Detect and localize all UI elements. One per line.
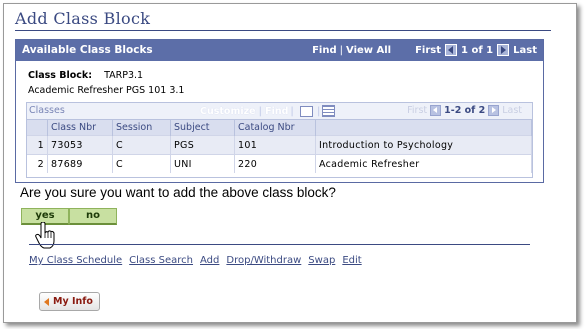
- bottom-links: My Class Schedule Class Search Add Drop/…: [29, 255, 369, 266]
- classes-grid: Classes Customize | Find | | First 1-2 o…: [26, 102, 533, 178]
- add-link[interactable]: Add: [200, 255, 219, 266]
- tools-separator-2: |: [290, 105, 294, 117]
- grid-last-link[interactable]: Last: [502, 105, 522, 116]
- cell-session: C: [112, 135, 171, 155]
- drop-withdraw-link[interactable]: Drop/Withdraw: [226, 255, 301, 266]
- previous-arrow-icon[interactable]: [445, 44, 458, 56]
- class-block-caption: Class Block:: [28, 70, 93, 81]
- row-number-header: [27, 119, 48, 136]
- cell-subject: PGS: [170, 135, 235, 155]
- grid-page-info: 1-2 of 2: [444, 105, 486, 116]
- class-block-code: TARP3.1: [104, 70, 144, 81]
- class-search-link[interactable]: Class Search: [129, 255, 193, 266]
- cell-class-nbr: 87689: [47, 154, 113, 173]
- my-info-label: My Info: [53, 296, 93, 307]
- cell-catalog-nbr: 220: [234, 154, 316, 173]
- classes-grid-title: Classes: [29, 105, 65, 116]
- cell-catalog-nbr: 101: [234, 135, 316, 155]
- classes-table: Class Nbr Session Subject Catalog Nbr 1 …: [27, 119, 532, 173]
- cell-class-nbr: 73053: [47, 135, 113, 155]
- panel-header: Available Class Blocks Find | View All F…: [16, 40, 543, 61]
- column-header-subject: Subject: [170, 119, 235, 136]
- confirm-question: Are you sure you want to add the above c…: [20, 185, 336, 200]
- table-row: 2 87689 C UNI 220 Academic Refresher: [27, 154, 532, 173]
- view-all-icon[interactable]: [299, 105, 313, 117]
- table-row: 1 73053 C PGS 101 Introduction to Psycho…: [27, 135, 532, 155]
- edit-link[interactable]: Edit: [342, 255, 361, 266]
- panel-navigation: Find | View All First 1 of 1 Last: [312, 44, 537, 56]
- page-frame: Add Class Block Available Class Blocks F…: [3, 3, 577, 323]
- cell-title: Introduction to Psychology: [315, 135, 532, 155]
- nav-separator: |: [339, 44, 343, 56]
- tools-separator: |: [258, 105, 263, 117]
- find-link[interactable]: Find: [312, 45, 337, 56]
- download-grid-icon[interactable]: [322, 105, 336, 117]
- my-class-schedule-link[interactable]: My Class Schedule: [29, 255, 122, 266]
- row-number: 1: [27, 135, 48, 155]
- last-link[interactable]: Last: [513, 45, 537, 56]
- column-header-session: Session: [112, 119, 171, 136]
- hand-cursor-icon: [35, 222, 55, 249]
- column-header-catalog-nbr: Catalog Nbr: [234, 119, 316, 136]
- grid-pager: First 1-2 of 2 Last: [407, 105, 522, 116]
- class-block-description: Academic Refresher PGS 101 3.1: [28, 85, 185, 96]
- cell-title: Academic Refresher: [315, 154, 532, 173]
- grid-tools: Customize | Find | |: [200, 105, 337, 117]
- swap-link[interactable]: Swap: [308, 255, 335, 266]
- first-link[interactable]: First: [415, 45, 441, 56]
- back-arrow-icon: [44, 297, 49, 306]
- customize-link[interactable]: Customize: [200, 106, 256, 117]
- cell-subject: UNI: [170, 154, 235, 173]
- table-header-row: Class Nbr Session Subject Catalog Nbr: [27, 119, 532, 136]
- classes-grid-header: Classes Customize | Find | | First 1-2 o…: [27, 103, 532, 119]
- page-info: 1 of 1: [461, 44, 494, 56]
- grid-first-link[interactable]: First: [407, 105, 427, 116]
- grid-find-link[interactable]: Find: [265, 106, 288, 117]
- cell-session: C: [112, 154, 171, 173]
- column-header-class-nbr: Class Nbr: [47, 119, 113, 136]
- page-title: Add Class Block: [15, 9, 151, 28]
- title-divider: [15, 30, 551, 31]
- my-info-button[interactable]: My Info: [39, 292, 100, 311]
- row-number: 2: [27, 154, 48, 173]
- grid-next-arrow-icon[interactable]: [488, 105, 500, 116]
- column-header-title: [315, 119, 532, 136]
- next-arrow-icon[interactable]: [497, 44, 510, 56]
- section-divider: [29, 244, 530, 245]
- class-block-label: Class Block: TARP3.1: [28, 70, 143, 81]
- available-class-blocks-panel: Available Class Blocks Find | View All F…: [15, 39, 544, 183]
- grid-previous-arrow-icon[interactable]: [430, 105, 442, 116]
- no-button[interactable]: no: [69, 208, 117, 225]
- tools-separator-3: |: [316, 105, 321, 117]
- view-all-link[interactable]: View All: [346, 45, 391, 56]
- panel-title: Available Class Blocks: [22, 44, 153, 56]
